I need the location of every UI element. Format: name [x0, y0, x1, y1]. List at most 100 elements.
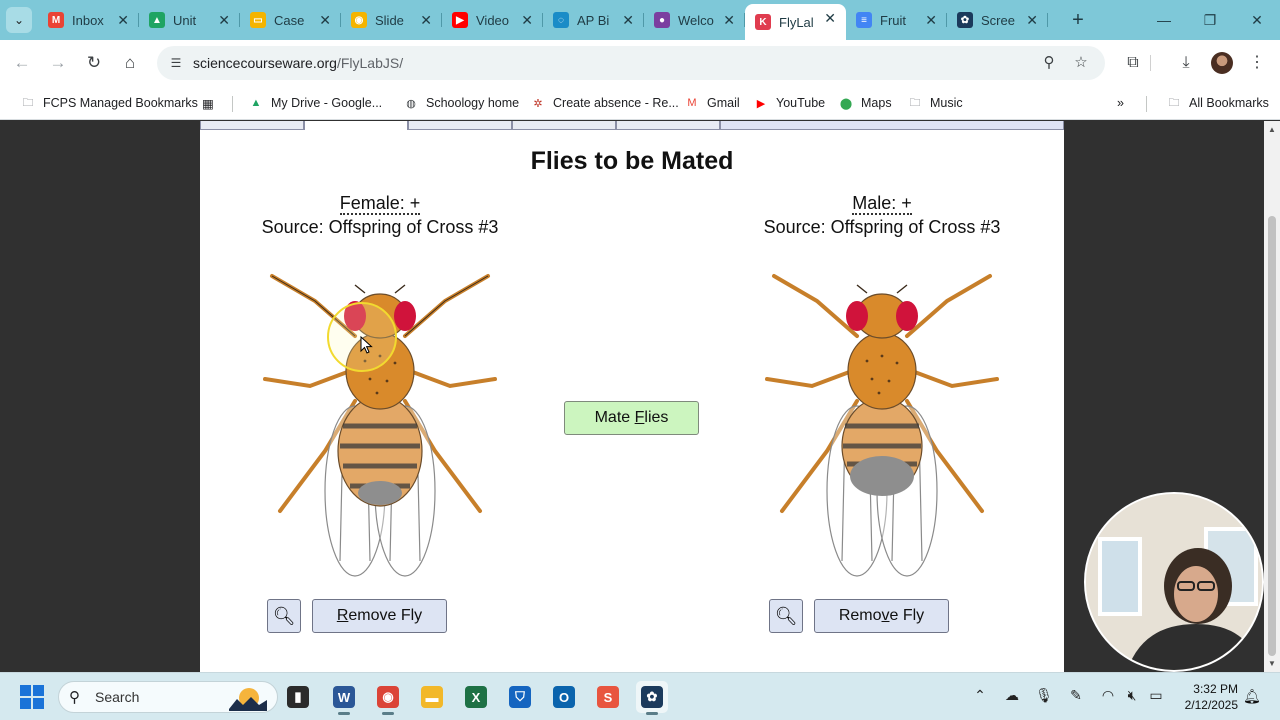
magnify-icon: 🔍︎ — [774, 606, 798, 626]
male-genotype-label[interactable]: Male: + — [852, 193, 912, 215]
taskbar-app-defender[interactable]: ⛉ — [504, 681, 536, 713]
browser-tab[interactable]: M Inbox ✕ — [38, 6, 139, 34]
wifi-icon[interactable]: ◠ — [1098, 687, 1118, 704]
tab-label: Scree — [981, 12, 1015, 28]
home-icon[interactable]: ⌂ — [118, 51, 142, 75]
close-tab-icon[interactable]: ✕ — [723, 12, 735, 29]
profile-avatar[interactable] — [1211, 52, 1233, 74]
url-text[interactable]: sciencecourseware.org/FlyLabJS/ — [193, 55, 403, 71]
notification-bell-icon[interactable]: 🔔︎ — [1243, 688, 1261, 705]
globe-icon: ◍ — [406, 97, 416, 110]
close-tab-icon[interactable]: ✕ — [1026, 12, 1038, 29]
bookmark-item[interactable]: ✲ Create absence - Re... — [530, 93, 678, 113]
close-tab-icon[interactable]: ✕ — [521, 12, 533, 29]
bookmark-item[interactable]: ◍ Schoology home — [403, 93, 519, 113]
tray-overflow-icon[interactable]: ⌃ — [970, 687, 990, 704]
schoology-s-icon: S — [597, 686, 619, 708]
close-window-button[interactable]: ✕ — [1245, 8, 1269, 32]
bookmark-item[interactable]: 🗀 Music — [907, 93, 963, 113]
close-tab-icon[interactable]: ✕ — [420, 12, 432, 29]
taskbar-app-schoology-s[interactable]: S — [592, 681, 624, 713]
female-genotype-label[interactable]: Female: + — [339, 193, 421, 215]
flylab-icon: K — [755, 14, 771, 30]
chrome-icon: ◉ — [377, 686, 399, 708]
forward-icon[interactable]: → — [46, 51, 70, 75]
close-tab-icon[interactable]: ✕ — [925, 12, 937, 29]
volume-muted-icon[interactable]: 🔇︎ — [1122, 687, 1142, 704]
downloads-icon[interactable]: ⤓ — [1174, 51, 1198, 75]
scroll-thumb[interactable] — [1268, 216, 1276, 656]
bookmark-item[interactable]: ▶ YouTube — [753, 93, 825, 113]
scroll-down-icon[interactable]: ▼ — [1268, 659, 1276, 668]
close-tab-icon[interactable]: ✕ — [218, 12, 230, 29]
taskbar-app-screencastify[interactable]: ✿ — [636, 681, 668, 715]
browser-tab[interactable]: ◉ Slide ✕ — [341, 6, 442, 34]
site-info-icon[interactable]: ☰ — [167, 54, 185, 72]
pen-icon[interactable]: ✎ — [1066, 687, 1086, 704]
bookmark-star-icon[interactable]: ☆ — [1071, 53, 1091, 73]
battery-icon[interactable]: ▭ — [1146, 687, 1166, 704]
lab-tab[interactable] — [200, 121, 304, 130]
start-button[interactable] — [20, 685, 44, 709]
lab-tab[interactable] — [616, 121, 720, 130]
browser-tab[interactable]: ✿ Scree ✕ — [947, 6, 1048, 34]
female-magnify-button[interactable]: 🔍︎ — [267, 599, 301, 633]
male-magnify-button[interactable]: 🔍︎ — [769, 599, 803, 633]
all-bookmarks[interactable]: 🗀 All Bookmarks — [1166, 93, 1269, 113]
tab-label: Inbox — [72, 12, 104, 28]
tab-search-button[interactable]: ⌄ — [6, 7, 32, 33]
close-tab-icon[interactable]: ✕ — [117, 12, 129, 29]
bookmark-item[interactable]: M Gmail — [684, 93, 739, 113]
restore-button[interactable]: ❐ — [1198, 8, 1222, 32]
extensions-icon[interactable]: ⧉ — [1121, 51, 1145, 75]
browser-tab[interactable]: ▭ Case ✕ — [240, 6, 341, 34]
microphone-icon[interactable]: 🎙︎ — [1034, 687, 1054, 704]
minimize-button[interactable]: — — [1152, 8, 1176, 32]
close-tab-icon[interactable]: ✕ — [622, 12, 634, 29]
drive-icon: ▲ — [250, 97, 262, 109]
apps-grid-icon[interactable]: ▦ — [202, 93, 214, 113]
browser-tab[interactable]: K FlyLal ✕ — [745, 4, 846, 40]
remove-female-fly-button[interactable]: Remove Fly — [312, 599, 447, 633]
page-scrollbar[interactable]: ▲ ▼ — [1264, 121, 1280, 672]
zoom-icon[interactable]: ⚲ — [1039, 53, 1059, 73]
search-label: Search — [95, 689, 140, 705]
browser-tab[interactable]: ▶ Video ✕ — [442, 6, 543, 34]
address-bar[interactable]: ☰ sciencecourseware.org/FlyLabJS/ ⚲ ☆ — [157, 46, 1105, 80]
lab-tab[interactable] — [408, 121, 512, 130]
taskbar-app-excel[interactable]: X — [460, 681, 492, 713]
running-indicator — [382, 712, 394, 715]
new-tab-button[interactable]: + — [1066, 8, 1090, 32]
taskbar-app-file-explorer[interactable]: ▬ — [416, 681, 448, 713]
onedrive-icon[interactable]: ☁ — [1002, 687, 1022, 704]
system-clock[interactable]: 3:32 PM 2/12/2025 — [1168, 681, 1238, 713]
taskbar-app-outlook[interactable]: O — [548, 681, 580, 713]
bookmark-item[interactable]: 🗀 FCPS Managed Bookmarks — [20, 93, 198, 113]
tab-strip: ⌄ M Inbox ✕ ▲ Unit ✕ ▭ Case ✕ ◉ Slide ✕ ▶ Video ✕ ◌ AP B… — [0, 0, 1280, 40]
close-tab-icon[interactable]: ✕ — [319, 12, 331, 29]
close-tab-icon[interactable]: ✕ — [824, 10, 836, 27]
back-icon[interactable]: ← — [10, 51, 34, 75]
taskbar-search[interactable]: ⚲ Search — [58, 681, 278, 713]
lab-tab-active[interactable] — [304, 121, 408, 130]
browser-tab[interactable]: ● Welco ✕ — [644, 6, 745, 34]
taskbar-app-word[interactable]: W — [328, 681, 360, 715]
remove-male-fly-button[interactable]: Remove Fly — [814, 599, 949, 633]
reload-icon[interactable]: ↻ — [82, 51, 106, 75]
bookmark-item[interactable]: ⬤ Maps — [838, 93, 892, 113]
male-fly-image[interactable] — [757, 261, 1007, 581]
more-bookmarks-icon[interactable]: » — [1117, 93, 1124, 113]
mate-flies-button[interactable]: Mate Flies — [564, 401, 699, 435]
scroll-up-icon[interactable]: ▲ — [1268, 125, 1276, 134]
tab-label: AP Bi — [577, 12, 610, 28]
lab-tab[interactable] — [512, 121, 616, 130]
page-title: Flies to be Mated — [530, 147, 734, 175]
taskbar-app-chrome[interactable]: ◉ — [372, 681, 404, 715]
taskbar-app-file-explorer-dark[interactable]: ▮ — [282, 681, 314, 713]
browser-tab[interactable]: ◌ AP Bi ✕ — [543, 6, 644, 34]
menu-kebab-icon[interactable]: ⋮ — [1245, 51, 1269, 75]
bookmark-item[interactable]: ▲ My Drive - Google... — [248, 93, 383, 113]
browser-tab[interactable]: ≡ Fruit ✕ — [846, 6, 947, 34]
browser-tab[interactable]: ▲ Unit ✕ — [139, 6, 240, 34]
remove-label-post: e Fly — [889, 607, 925, 624]
